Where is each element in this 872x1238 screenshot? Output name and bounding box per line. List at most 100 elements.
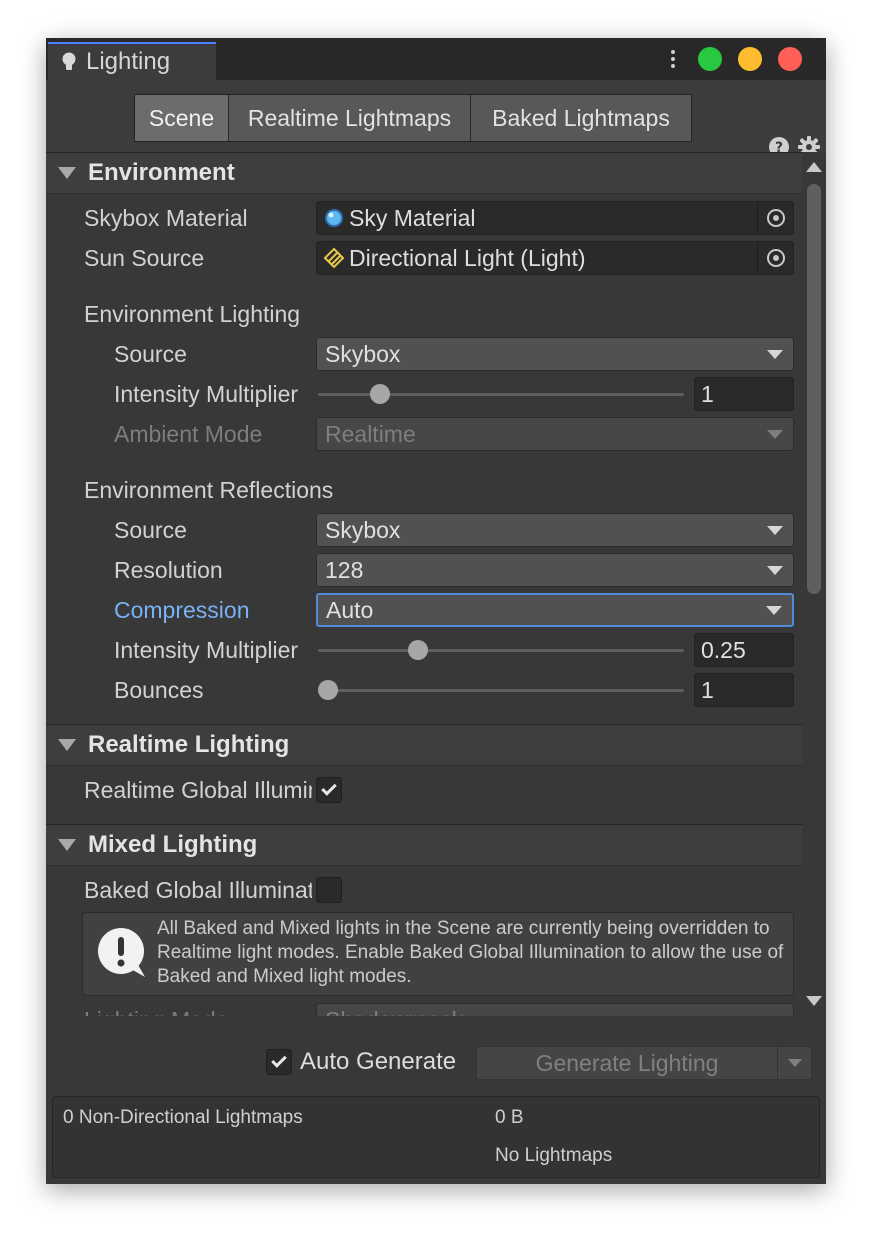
slider-track xyxy=(318,689,684,692)
realtime-gi-checkbox[interactable] xyxy=(316,777,342,803)
compression-dropdown[interactable]: Auto xyxy=(316,593,794,627)
skybox-material-row: Skybox Material Sky Material xyxy=(46,198,802,238)
object-picker-button[interactable] xyxy=(757,242,793,274)
resolution-dropdown[interactable]: 128 xyxy=(316,553,794,587)
slider-thumb[interactable] xyxy=(407,640,428,660)
dropdown-value: Skybox xyxy=(325,340,401,367)
vertical-scrollbar[interactable] xyxy=(802,152,826,1016)
caret-down-icon xyxy=(767,525,783,535)
reflection-intensity-row: Intensity Multiplier 0.25 xyxy=(46,630,802,670)
zoom-window-button[interactable] xyxy=(698,47,722,71)
lightbulb-icon xyxy=(62,52,76,72)
material-sphere-icon xyxy=(323,207,345,229)
foldout-triangle-icon xyxy=(58,839,76,851)
env-lighting-intensity-row: Intensity Multiplier 1 xyxy=(46,374,802,414)
resolution-row: Resolution 128 xyxy=(46,550,802,590)
generate-lighting-button: Generate Lighting xyxy=(476,1046,812,1080)
slider-thumb[interactable] xyxy=(369,384,390,404)
bounces-input[interactable]: 1 xyxy=(694,673,794,707)
foldout-triangle-icon xyxy=(58,167,76,179)
tab-scene[interactable]: Scene xyxy=(135,95,229,141)
sun-source-field[interactable]: Directional Light (Light) xyxy=(316,241,794,275)
dropdown-value: Shadowmask xyxy=(317,1007,767,1017)
lighting-tab[interactable]: Lighting xyxy=(48,42,216,80)
object-picker-icon xyxy=(766,249,785,267)
compression-row: Compression Auto xyxy=(46,590,802,630)
foldout-triangle-icon xyxy=(58,739,76,751)
object-picker-button[interactable] xyxy=(757,202,793,234)
env-lighting-intensity-input[interactable]: 1 xyxy=(694,377,794,411)
reflection-source-dropdown[interactable]: Skybox xyxy=(316,513,794,547)
section-mixed-lighting[interactable]: Mixed Lighting xyxy=(46,824,802,866)
realtime-gi-row: Realtime Global Illumination xyxy=(46,770,802,810)
scroll-down-arrow-icon[interactable] xyxy=(806,996,822,1006)
reflection-source-label: Source xyxy=(114,517,187,543)
skybox-material-value: Sky Material xyxy=(349,204,476,231)
env-lighting-source-row: Source Skybox xyxy=(46,334,802,374)
dropdown-value: 128 xyxy=(325,556,364,583)
reflection-intensity-slider[interactable] xyxy=(316,630,686,670)
env-lighting-source-dropdown[interactable]: Skybox xyxy=(316,337,794,371)
reflection-source-row: Source Skybox xyxy=(46,510,802,550)
sun-source-row: Sun Source Directional Light (Light) xyxy=(46,238,802,278)
compression-label: Compression xyxy=(114,597,250,623)
checkmark-icon xyxy=(271,1052,287,1068)
more-options-icon[interactable] xyxy=(670,48,676,70)
minimize-window-button[interactable] xyxy=(738,47,762,71)
baked-gi-row: Baked Global Illumination xyxy=(46,870,802,910)
skybox-material-field[interactable]: Sky Material xyxy=(316,201,794,235)
bounces-label: Bounces xyxy=(114,677,204,703)
section-title: Environment xyxy=(88,159,235,186)
environment-lighting-subheader: Environment Lighting xyxy=(46,294,802,334)
auto-generate-checkbox[interactable] xyxy=(266,1049,292,1075)
section-realtime-lighting[interactable]: Realtime Lighting xyxy=(46,724,802,766)
tab-bar: Scene Realtime Lightmaps Baked Lightmaps xyxy=(134,94,692,142)
warning-helpbox: All Baked and Mixed lights in the Scene … xyxy=(82,912,794,996)
lightmap-count: 0 Non-Directional Lightmaps xyxy=(63,1107,303,1128)
env-lighting-intensity-slider[interactable] xyxy=(316,374,686,414)
warning-text: All Baked and Mixed lights in the Scene … xyxy=(157,918,784,987)
environment-reflections-label: Environment Reflections xyxy=(84,477,334,503)
dropdown-value: Realtime xyxy=(325,420,416,447)
bottom-bar: Auto Generate Generate Lighting 0 Non-Di… xyxy=(46,1016,826,1184)
baked-gi-label: Baked Global Illumination xyxy=(84,877,312,903)
close-window-button[interactable] xyxy=(778,47,802,71)
scrollbar-thumb[interactable] xyxy=(807,184,821,594)
reflection-intensity-input[interactable]: 0.25 xyxy=(694,633,794,667)
lightmap-size: 0 B xyxy=(495,1107,524,1128)
bounces-row: Bounces 1 xyxy=(46,670,802,710)
auto-generate-label: Auto Generate xyxy=(300,1048,457,1075)
environment-reflections-subheader: Environment Reflections xyxy=(46,470,802,510)
section-title: Realtime Lighting xyxy=(88,731,290,758)
slider-thumb[interactable] xyxy=(318,680,338,700)
lighting-mode-label: Lighting Mode xyxy=(84,1000,312,1016)
ambient-mode-dropdown: Realtime xyxy=(316,417,794,451)
tab-baked-lightmaps[interactable]: Baked Lightmaps xyxy=(471,95,691,141)
lighting-mode-dropdown: Shadowmask xyxy=(316,1003,794,1016)
ambient-mode-label: Ambient Mode xyxy=(114,421,263,447)
baked-gi-checkbox[interactable] xyxy=(316,877,342,903)
generate-lighting-label: Generate Lighting xyxy=(535,1049,719,1076)
bounces-slider[interactable] xyxy=(316,670,686,710)
resolution-label: Resolution xyxy=(114,557,223,583)
environment-lighting-label: Environment Lighting xyxy=(84,301,301,327)
lighting-window: Lighting Scene Realtime Lightmaps Baked … xyxy=(46,38,826,1184)
section-title: Mixed Lighting xyxy=(88,831,258,858)
sun-source-value: Directional Light (Light) xyxy=(349,244,586,271)
lightmap-status: No Lightmaps xyxy=(495,1145,613,1166)
caret-down-icon xyxy=(766,605,782,615)
ambient-mode-row: Ambient Mode Realtime xyxy=(46,414,802,454)
toolbar: Scene Realtime Lightmaps Baked Lightmaps… xyxy=(46,80,826,158)
caret-down-icon xyxy=(767,429,783,439)
title-bar: Lighting xyxy=(46,38,826,80)
tab-realtime-lightmaps[interactable]: Realtime Lightmaps xyxy=(229,95,471,141)
caret-down-icon xyxy=(767,565,783,575)
env-lighting-intensity-label: Intensity Multiplier xyxy=(114,381,299,407)
object-picker-icon xyxy=(766,209,785,227)
dropdown-value: Skybox xyxy=(325,516,401,543)
section-environment[interactable]: Environment xyxy=(46,152,802,194)
scroll-up-arrow-icon[interactable] xyxy=(806,162,822,172)
generate-options-caret-icon xyxy=(777,1047,811,1079)
window-title: Lighting xyxy=(86,48,171,75)
lightmap-stats-panel: 0 Non-Directional Lightmaps 0 B No Light… xyxy=(52,1096,820,1178)
